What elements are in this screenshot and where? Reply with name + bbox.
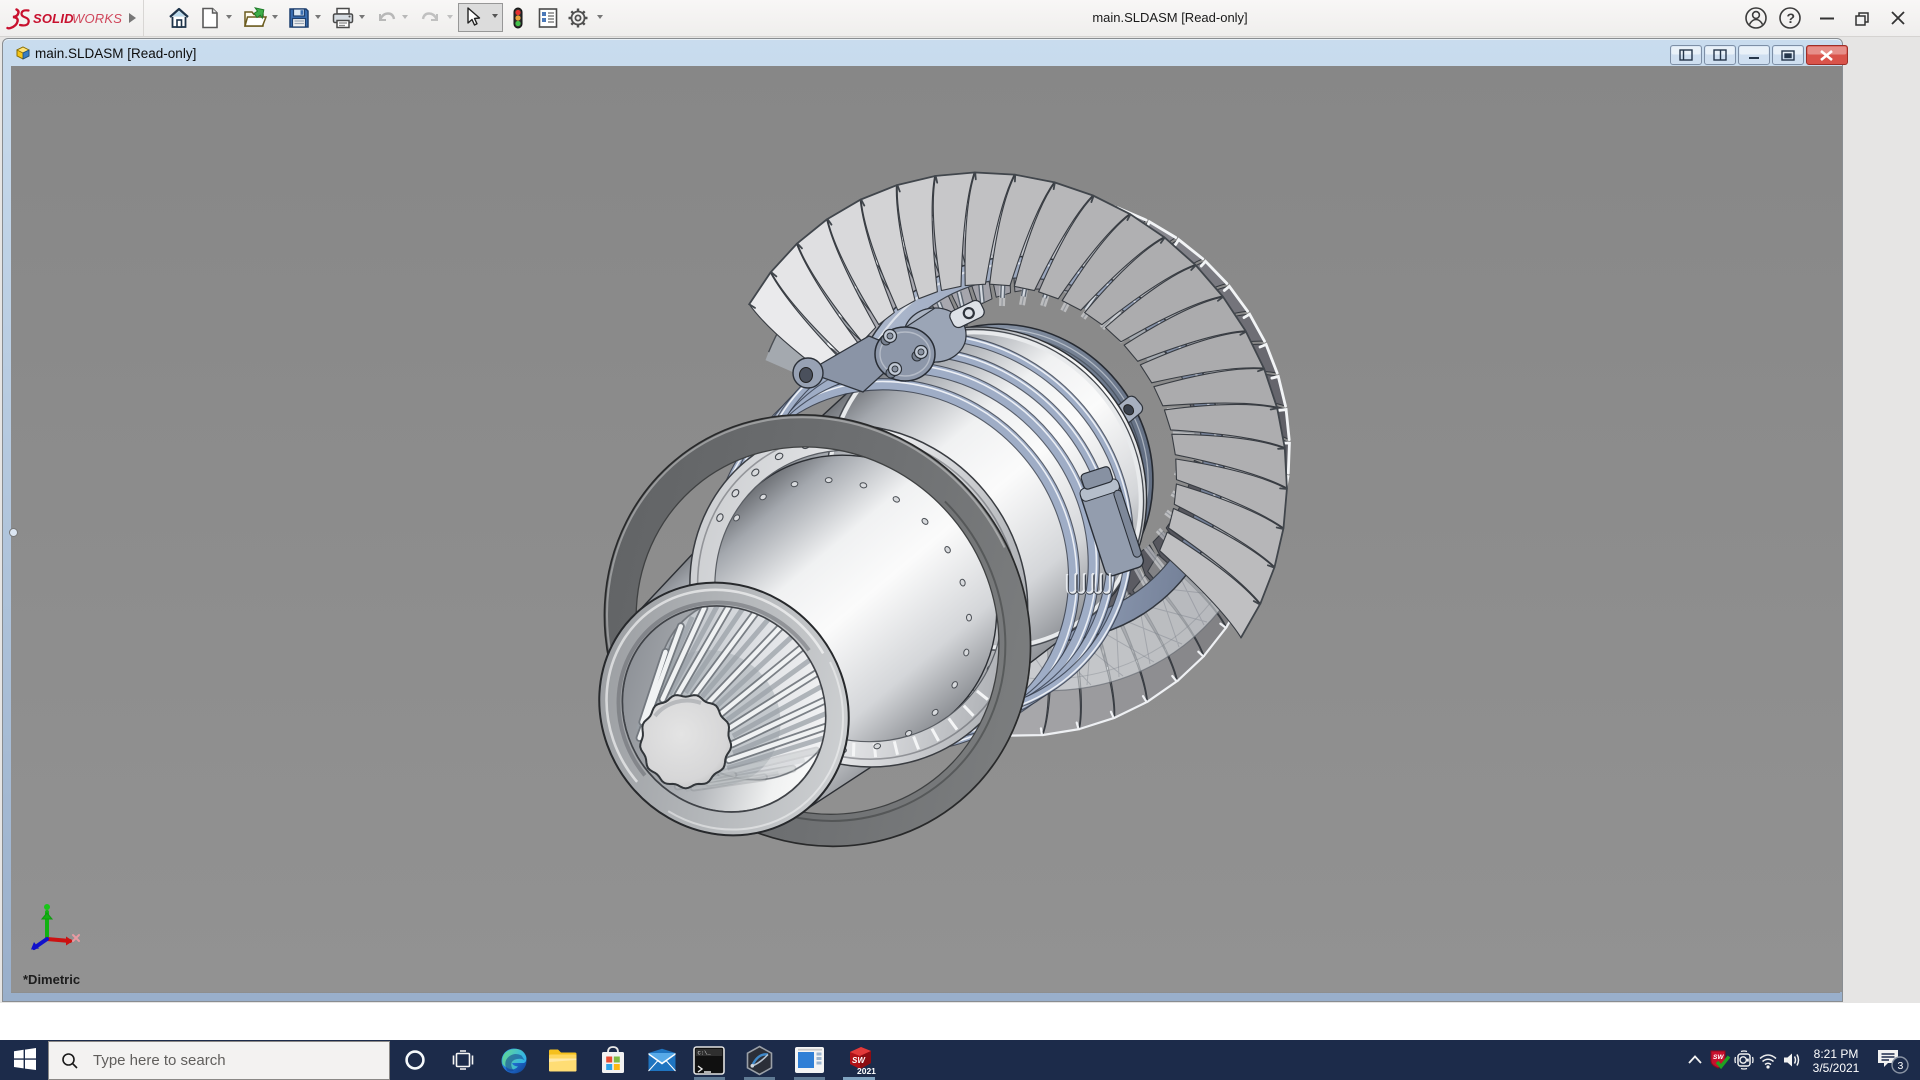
svg-text:3: 3 [1898,1060,1904,1072]
svg-text:?: ? [1787,10,1796,26]
svg-text:SOLID: SOLID [33,11,74,26]
svg-text:SW: SW [852,1056,866,1065]
svg-text:SW: SW [1713,1054,1724,1061]
svg-text:WORKS: WORKS [72,11,122,26]
svg-text:C:\_: C:\_ [698,1050,712,1057]
svg-text:2021: 2021 [857,1066,876,1076]
